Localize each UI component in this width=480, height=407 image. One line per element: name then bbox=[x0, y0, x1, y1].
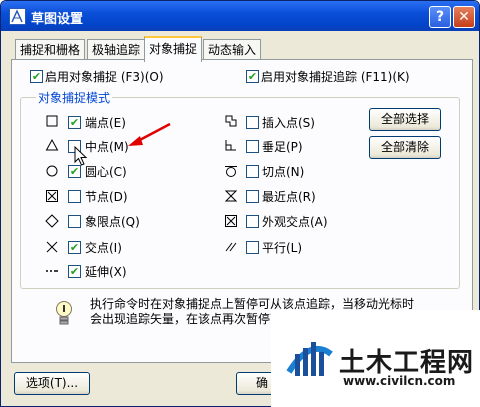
lightbulb-icon bbox=[56, 301, 72, 325]
civilcn-logo-icon bbox=[286, 342, 333, 376]
node-icon bbox=[46, 190, 58, 202]
select-all-button[interactable]: 全部选择 bbox=[369, 108, 441, 131]
apparent-intersection-checkbox[interactable] bbox=[246, 215, 259, 228]
red-arrow-annotation bbox=[128, 122, 171, 146]
enable-tracking-checkbox[interactable]: ✔ bbox=[246, 70, 259, 83]
options-button[interactable]: 选项(T)... bbox=[14, 372, 90, 395]
center-label: 圆心(C) bbox=[85, 165, 127, 179]
center-checkbox[interactable]: ✔ bbox=[68, 165, 81, 178]
diamond-icon bbox=[45, 214, 59, 228]
insertion-checkbox[interactable] bbox=[246, 116, 259, 129]
node-label: 节点(D) bbox=[85, 190, 128, 204]
apparent-intersection-label: 外观交点(A) bbox=[262, 215, 328, 229]
extension-icon bbox=[46, 270, 58, 272]
nearest-checkbox[interactable] bbox=[246, 190, 259, 203]
endpoint-label: 端点(E) bbox=[85, 116, 126, 130]
x-icon bbox=[46, 241, 58, 253]
insertion-icon bbox=[225, 115, 237, 127]
parallel-checkbox[interactable] bbox=[246, 241, 259, 254]
triangle-icon bbox=[45, 138, 59, 151]
circle-icon bbox=[46, 165, 58, 177]
perpendicular-label: 垂足(P) bbox=[262, 140, 303, 154]
perpendicular-icon bbox=[225, 140, 236, 151]
parallel-icon bbox=[225, 242, 237, 252]
clear-all-button[interactable]: 全部清除 bbox=[369, 136, 441, 159]
quadrant-checkbox[interactable] bbox=[68, 215, 81, 228]
endpoint-checkbox[interactable]: ✔ bbox=[68, 116, 81, 129]
tangent-checkbox[interactable] bbox=[246, 165, 259, 178]
extension-label: 延伸(X) bbox=[85, 265, 127, 279]
parallel-label: 平行(L) bbox=[262, 241, 303, 255]
insertion-label: 插入点(S) bbox=[262, 116, 315, 130]
extension-checkbox[interactable]: ✔ bbox=[68, 265, 81, 278]
intersection-checkbox[interactable]: ✔ bbox=[68, 241, 81, 254]
tangent-icon bbox=[225, 166, 237, 177]
watermark-overlay: 土木工程网 www.civilcn.com bbox=[271, 310, 480, 407]
enable-osnap-label: 启用对象捕捉 (F3)(O) bbox=[45, 70, 164, 84]
quadrant-label: 象限点(Q) bbox=[85, 215, 140, 229]
group-title: 对象捕捉模式 bbox=[36, 89, 113, 106]
nearest-icon bbox=[224, 190, 238, 202]
square-icon bbox=[46, 115, 58, 127]
enable-tracking-label: 启用对象捕捉追踪 (F11)(K) bbox=[261, 70, 410, 84]
mouse-cursor-icon bbox=[74, 146, 88, 166]
intersection-label: 交点(I) bbox=[85, 241, 122, 255]
tangent-label: 切点(N) bbox=[262, 165, 305, 179]
enable-osnap-checkbox[interactable]: ✔ bbox=[30, 70, 43, 83]
node-checkbox[interactable] bbox=[68, 190, 81, 203]
nearest-label: 最近点(R) bbox=[262, 190, 316, 204]
apparent-intersection-icon bbox=[225, 215, 237, 227]
midpoint-label: 中点(M) bbox=[85, 140, 129, 154]
watermark-url: www.civilcn.com bbox=[343, 374, 456, 388]
perpendicular-checkbox[interactable] bbox=[246, 140, 259, 153]
